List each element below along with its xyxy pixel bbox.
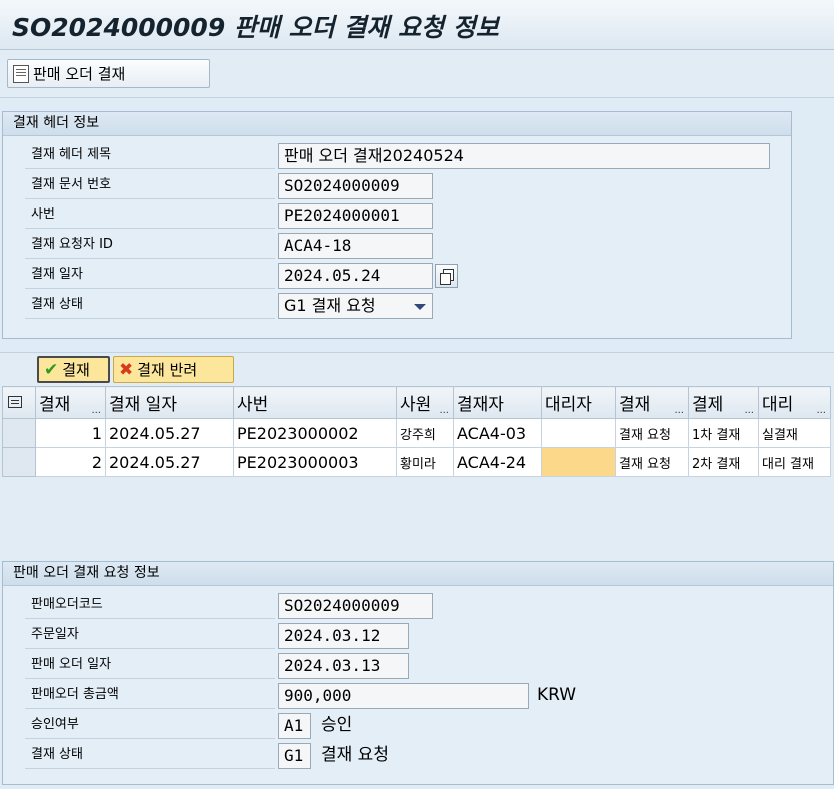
approve-button[interactable]: ✔ 결재 bbox=[37, 356, 110, 383]
currency-unit: KRW bbox=[537, 685, 577, 705]
approval-line-table: 결재... 결재 일자 사번 사원... 결재자 대리자 결재... 결제...… bbox=[2, 386, 831, 477]
cell-proxy[interactable] bbox=[541, 418, 616, 448]
approval-header-group: 결재 헤더 정보 결재 헤더 제목 판매 오더 결재20240524 결재 문서… bbox=[2, 111, 792, 339]
page-title: SO2024000009 판매 오더 결재 요청 정보 bbox=[12, 13, 499, 42]
column-layout-icon[interactable] bbox=[2, 386, 36, 419]
requester-id-label: 결재 요청자 ID bbox=[25, 232, 275, 259]
table-row[interactable]: 2 2024.05.27 PE2023000003 황미라 ACA4-24 결재… bbox=[2, 447, 831, 477]
total-amount-label: 판매오더 총금액 bbox=[25, 682, 275, 709]
approval-flag-label: 승인여부 bbox=[25, 712, 275, 739]
column-header-approval-status[interactable]: 결재... bbox=[615, 386, 689, 419]
order-status-desc: 결재 요청 bbox=[321, 745, 389, 765]
cell-seq: 2 bbox=[35, 447, 106, 477]
cell-seq: 1 bbox=[35, 418, 106, 448]
application-toolbar: 판매 오더 결재 bbox=[0, 50, 834, 98]
header-title-label: 결재 헤더 제목 bbox=[25, 142, 275, 169]
column-header-emp-no[interactable]: 사번 bbox=[233, 386, 397, 419]
order-status-label: 결재 상태 bbox=[25, 742, 275, 769]
reject-button[interactable]: ✖ 결재 반려 bbox=[113, 356, 234, 383]
doc-number-label: 결재 문서 번호 bbox=[25, 172, 275, 199]
cell-approver: ACA4-24 bbox=[453, 447, 542, 477]
sales-order-request-group-title: 판매 오더 결재 요청 정보 bbox=[3, 562, 833, 586]
sales-order-date-field[interactable]: 2024.03.13 bbox=[278, 653, 409, 679]
reject-button-label: 결재 반려 bbox=[137, 361, 198, 379]
order-code-field[interactable]: SO2024000009 bbox=[278, 593, 433, 619]
approval-date-field[interactable]: 2024.05.24 bbox=[278, 263, 433, 289]
approval-header-group-title: 결재 헤더 정보 bbox=[3, 112, 791, 136]
column-header-approval-level[interactable]: 결제... bbox=[688, 386, 759, 419]
column-header-approver[interactable]: 결재자 bbox=[453, 386, 542, 419]
approval-status-value: G1 결재 요청 bbox=[284, 296, 376, 315]
approval-status-dropdown[interactable]: G1 결재 요청 bbox=[278, 293, 433, 319]
approve-button-label: 결재 bbox=[62, 361, 90, 379]
row-selector[interactable] bbox=[2, 418, 36, 448]
order-status-field[interactable]: G1 bbox=[278, 743, 311, 769]
cell-proxy-type: 대리 결재 bbox=[758, 447, 831, 477]
cell-date: 2024.05.27 bbox=[105, 418, 234, 448]
sales-order-approval-label: 판매 오더 결재 bbox=[33, 65, 126, 83]
column-header-seq[interactable]: 결재... bbox=[35, 386, 106, 419]
cell-approver: ACA4-03 bbox=[453, 418, 542, 448]
title-bar: SO2024000009 판매 오더 결재 요청 정보 bbox=[0, 0, 834, 50]
column-header-proxy-type[interactable]: 대리... bbox=[758, 386, 831, 419]
cell-approval-status: 결재 요청 bbox=[615, 418, 689, 448]
table-header-row: 결재... 결재 일자 사번 사원... 결재자 대리자 결재... 결제...… bbox=[2, 386, 831, 419]
column-header-employee[interactable]: 사원... bbox=[396, 386, 454, 419]
column-header-proxy[interactable]: 대리자 bbox=[541, 386, 616, 419]
approval-line-grid-area: ✔ 결재 ✖ 결재 반려 결재... 결재 일자 사번 사원... 결재자 대리… bbox=[0, 352, 834, 560]
cell-employee: 강주희 bbox=[396, 418, 454, 448]
cell-approval-level: 2차 결재 bbox=[688, 447, 759, 477]
reject-x-icon: ✖ bbox=[119, 359, 134, 380]
approval-date-label: 결재 일자 bbox=[25, 262, 275, 289]
table-row[interactable]: 1 2024.05.27 PE2023000002 강주희 ACA4-03 결재… bbox=[2, 418, 831, 448]
sales-order-request-group: 판매 오더 결재 요청 정보 판매오더코드 SO2024000009 주문일자 … bbox=[2, 561, 834, 785]
cell-proxy-type: 실결재 bbox=[758, 418, 831, 448]
cell-employee: 황미라 bbox=[396, 447, 454, 477]
checkmark-icon: ✔ bbox=[44, 359, 59, 380]
cell-emp-no: PE2023000002 bbox=[233, 418, 397, 448]
cell-approval-status: 결재 요청 bbox=[615, 447, 689, 477]
cell-date: 2024.05.27 bbox=[105, 447, 234, 477]
sales-order-approval-button[interactable]: 판매 오더 결재 bbox=[7, 59, 210, 88]
total-amount-field[interactable]: 900,000 bbox=[278, 683, 529, 709]
approval-flag-desc: 승인 bbox=[321, 715, 353, 735]
document-icon bbox=[13, 64, 29, 83]
doc-number-field[interactable]: SO2024000009 bbox=[278, 173, 433, 199]
calendar-picker-icon[interactable] bbox=[435, 264, 458, 288]
chevron-down-icon[interactable] bbox=[414, 304, 426, 310]
employee-number-field[interactable]: PE2024000001 bbox=[278, 203, 433, 229]
sales-order-date-label: 판매 오더 일자 bbox=[25, 652, 275, 679]
approval-status-label: 결재 상태 bbox=[25, 292, 275, 319]
order-date-label: 주문일자 bbox=[25, 622, 275, 649]
cell-proxy-input[interactable] bbox=[541, 447, 616, 477]
column-header-date[interactable]: 결재 일자 bbox=[105, 386, 234, 419]
row-selector[interactable] bbox=[2, 447, 36, 477]
order-date-field[interactable]: 2024.03.12 bbox=[278, 623, 409, 649]
header-title-field[interactable]: 판매 오더 결재20240524 bbox=[278, 143, 770, 169]
approval-flag-field[interactable]: A1 bbox=[278, 713, 311, 739]
cell-emp-no: PE2023000003 bbox=[233, 447, 397, 477]
requester-id-field[interactable]: ACA4-18 bbox=[278, 233, 433, 259]
cell-approval-level: 1차 결재 bbox=[688, 418, 759, 448]
order-code-label: 판매오더코드 bbox=[25, 592, 275, 619]
employee-number-label: 사번 bbox=[25, 202, 275, 229]
